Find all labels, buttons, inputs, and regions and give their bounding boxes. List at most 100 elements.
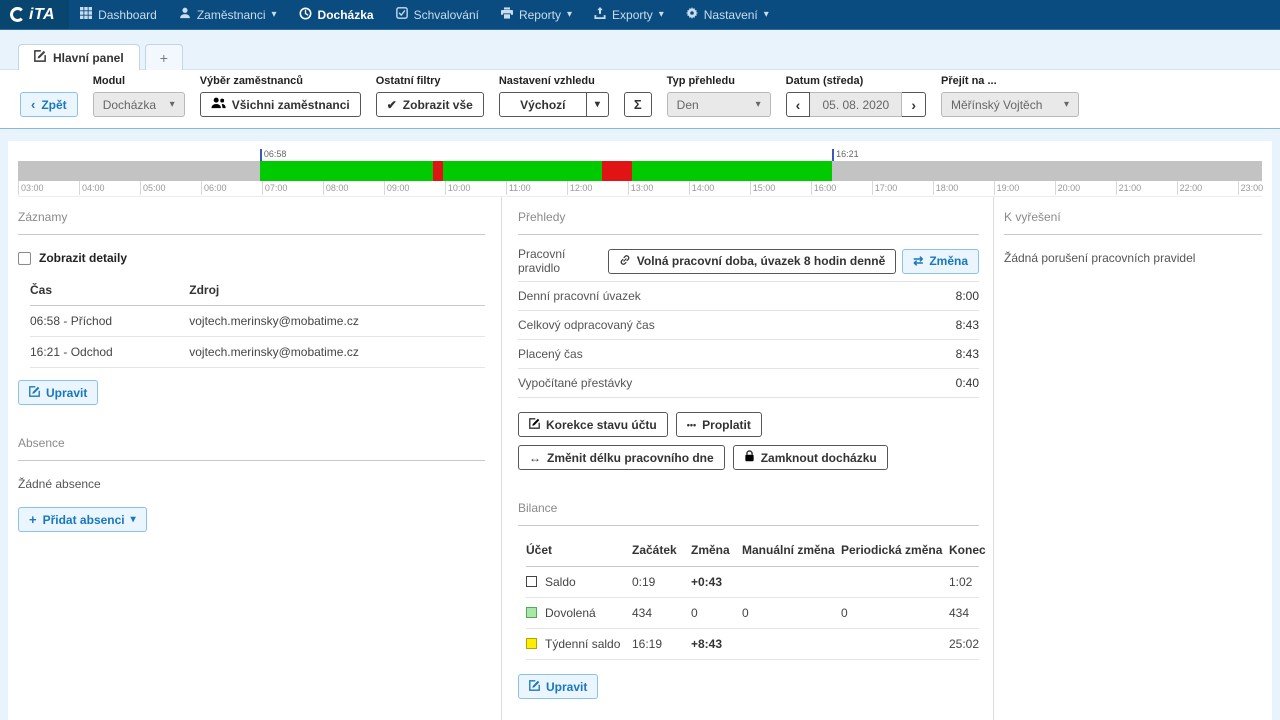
balance-change: +8:43 (691, 629, 742, 660)
balance-manual (742, 629, 841, 660)
lock-attendance-button[interactable]: Zamknout docházku (733, 445, 888, 470)
date-next-button[interactable]: › (902, 92, 926, 117)
employees-button[interactable]: Všichni zaměstnanci (200, 92, 361, 117)
nav-item-dochazka[interactable]: Docházka (288, 0, 385, 29)
goto-employee-select[interactable]: Měřínský Vojtěch ▾ (941, 92, 1079, 117)
table-row[interactable]: 16:21 - Odchod vojtech.merinsky@mobatime… (30, 337, 485, 368)
balance-periodic (841, 567, 949, 598)
timeline-tick: 18:00 (933, 181, 934, 195)
timeline-segment-idle (18, 161, 260, 181)
top-navbar: iTA Dashboard Zaměstnanci ▾ Docházka Sch… (0, 0, 1280, 30)
record-source: vojtech.merinsky@mobatime.cz (189, 306, 485, 337)
payout-button[interactable]: ••• Proplatit (676, 412, 762, 437)
balance-start: 434 (632, 598, 691, 629)
payout-label: Proplatit (702, 418, 751, 432)
overview-row-label: Placený čas (518, 347, 583, 361)
chevron-down-icon: ▾ (595, 100, 600, 110)
timeline-tick: 12:00 (567, 181, 568, 195)
change-rule-button[interactable]: ⇄ Změna (902, 249, 979, 274)
records-col-time: Čas (30, 275, 189, 306)
work-rule-button[interactable]: Volná pracovní doba, úvazek 8 hodin denn… (608, 249, 897, 274)
other-filters-button[interactable]: ✔ Zobrazit vše (376, 92, 484, 117)
balance-manual: 0 (742, 598, 841, 629)
timeline-tick: 10:00 (445, 181, 446, 195)
timeline-tick-label: 23:00 (1241, 183, 1264, 193)
edit-icon (34, 50, 46, 65)
chevron-left-icon: ‹ (31, 98, 35, 111)
nav-item-reporty[interactable]: Reporty ▾ (490, 0, 583, 29)
nav-item-dashboard[interactable]: Dashboard (69, 0, 168, 29)
date-value-field[interactable]: 05. 08. 2020 (810, 92, 902, 117)
change-day-length-button[interactable]: ↔ Změnit délku pracovního dne (518, 445, 725, 470)
balance-manual (742, 567, 841, 598)
records-title: Záznamy (18, 197, 485, 235)
table-row[interactable]: Saldo 0:19 +0:43 1:02 (526, 567, 979, 598)
chevron-down-icon: ▾ (131, 515, 136, 525)
lock-attendance-label: Zamknout docházku (761, 451, 877, 465)
employees-value: Všichni zaměstnanci (232, 98, 350, 112)
nav-item-zamestnanci[interactable]: Zaměstnanci ▾ (168, 0, 288, 29)
nav-label: Schvalování (414, 8, 479, 22)
balance-title: Bilance (518, 488, 979, 526)
tab-strip: Hlavní panel + (0, 30, 1280, 70)
modul-select[interactable]: Docházka ▾ (93, 92, 185, 117)
timeline-tick-label: 07:00 (265, 183, 288, 193)
records-col-source: Zdroj (189, 275, 485, 306)
printer-icon (501, 7, 513, 22)
table-row[interactable]: 06:58 - Příchod vojtech.merinsky@mobatim… (30, 306, 485, 337)
record-source: vojtech.merinsky@mobatime.cz (189, 337, 485, 368)
appearance-dropdown-button[interactable]: ▾ (587, 92, 609, 117)
timeline-tick-label: 08:00 (326, 183, 349, 193)
appearance-select[interactable]: Výchozí (499, 92, 587, 117)
overview-column: Přehledy Pracovní pravidlo Volná pracovn… (502, 197, 994, 720)
nav-item-nastaveni[interactable]: Nastavení ▾ (675, 0, 780, 29)
timeline-segment-break (602, 161, 631, 181)
date-prev-button[interactable]: ‹ (786, 92, 811, 117)
timeline-tick: 16:00 (811, 181, 812, 195)
balance-col-manual: Manuální změna (742, 534, 841, 567)
balance-col-periodic: Periodická změna (841, 534, 949, 567)
sum-button[interactable]: Σ (624, 92, 652, 117)
timeline-segment-work (443, 161, 603, 181)
clock-icon (299, 7, 312, 23)
balance-change: +0:43 (691, 567, 742, 598)
nav-item-schvalovani[interactable]: Schvalování (385, 0, 490, 29)
timeline-tick: 21:00 (1116, 181, 1117, 195)
absence-title: Absence (18, 423, 485, 461)
issues-column: K vyřešení Žádná porušení pracovních pra… (994, 197, 1272, 720)
balance-end: 25:02 (949, 629, 979, 660)
timeline-bar[interactable] (18, 161, 1262, 181)
timeline-marker-label: 06:58 (264, 149, 287, 159)
nav-item-exporty[interactable]: Exporty ▾ (583, 0, 675, 29)
timeline-tick-label: 04:00 (82, 183, 105, 193)
app-logo[interactable]: iTA (0, 0, 69, 29)
account-correction-button[interactable]: Korekce stavu účtu (518, 412, 668, 437)
timeline-tick: 05:00 (140, 181, 141, 195)
show-details-checkbox[interactable] (18, 252, 31, 265)
date-label: Datum (středa) (786, 75, 926, 87)
plus-icon: + (160, 50, 168, 66)
chevron-down-icon: ▾ (170, 100, 175, 110)
tab-main-panel[interactable]: Hlavní panel (18, 44, 140, 70)
gear-icon (686, 7, 698, 22)
tab-add-button[interactable]: + (145, 44, 183, 70)
edit-balance-button[interactable]: Upravit (518, 674, 598, 699)
edit-records-button[interactable]: Upravit (18, 380, 98, 405)
users-icon (211, 97, 226, 112)
balance-col-end: Konec (949, 534, 979, 567)
account-color-swatch (526, 576, 537, 587)
timeline-tick: 15:00 (750, 181, 751, 195)
table-row[interactable]: Dovolená 434 0 0 0 434 (526, 598, 979, 629)
timeline-tick-label: 10:00 (448, 183, 471, 193)
timeline-tick-label: 11:00 (509, 183, 531, 193)
nav-label: Docházka (318, 8, 374, 22)
date-value: 05. 08. 2020 (822, 98, 889, 112)
balance-start: 16:19 (632, 629, 691, 660)
timeline-tick: 04:00 (79, 181, 80, 195)
goto-label: Přejít na ... (941, 75, 1079, 87)
add-absence-button[interactable]: + Přidat absenci ▾ (18, 507, 147, 532)
back-button[interactable]: ‹ Zpět (20, 92, 78, 117)
timeline-tick-label: 21:00 (1119, 183, 1142, 193)
view-type-select[interactable]: Den ▾ (667, 92, 771, 117)
table-row[interactable]: Týdenní saldo 16:19 +8:43 25:02 (526, 629, 979, 660)
